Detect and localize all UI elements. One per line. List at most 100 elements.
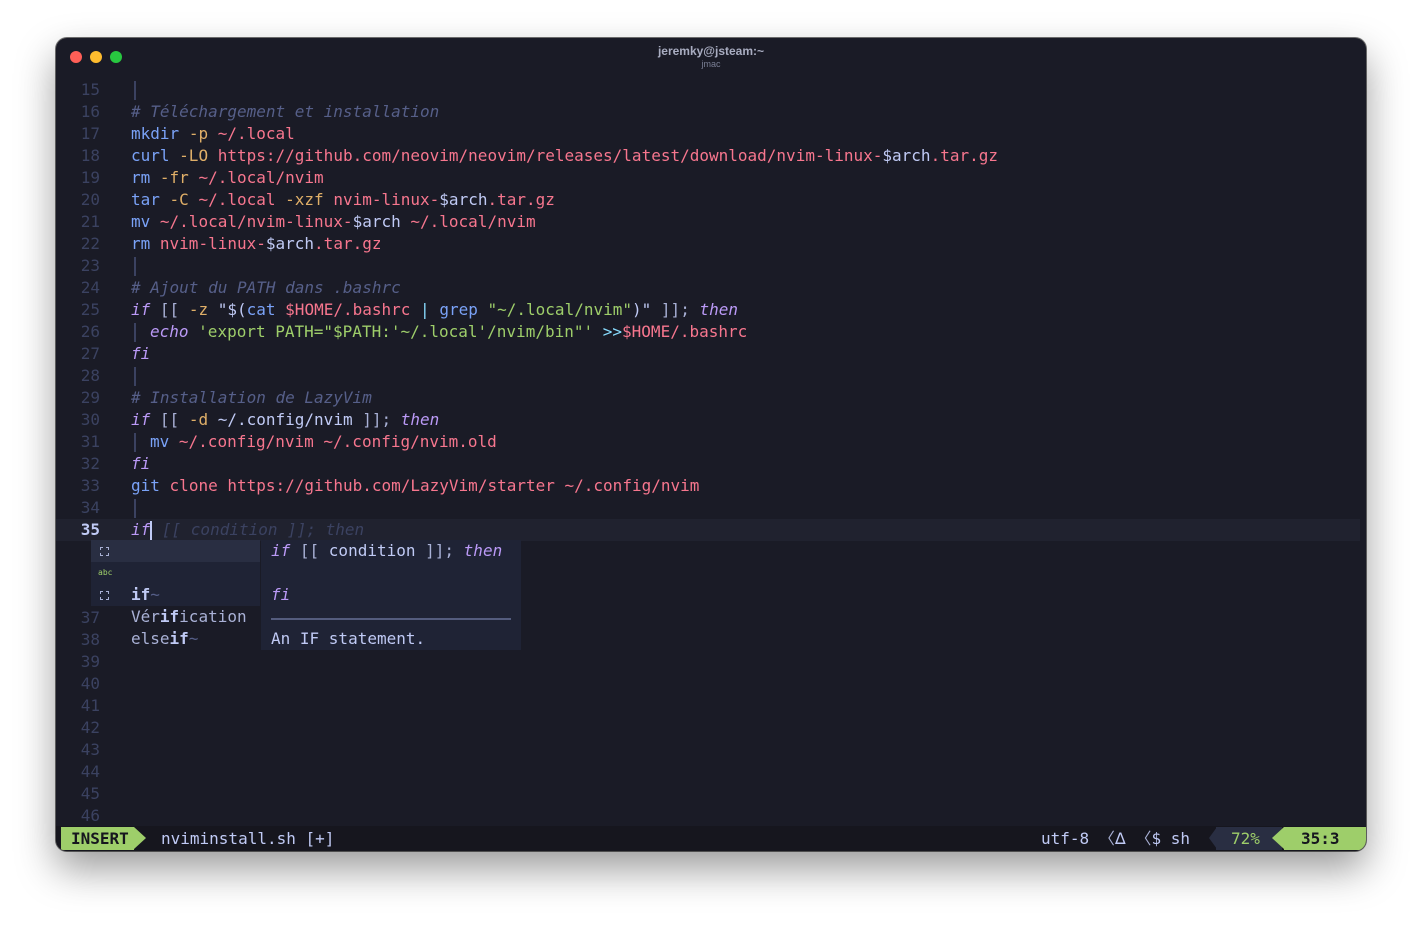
line-number: 29 [80, 388, 100, 407]
command: mv [131, 212, 151, 231]
variable: $arch [882, 146, 931, 165]
completion-label: elseif~ [131, 629, 199, 648]
variable: $HOME [285, 300, 334, 319]
flag: -xzf [285, 190, 324, 209]
substitution: ) [632, 300, 642, 319]
line-number: 24 [80, 278, 100, 297]
line-number: 41 [80, 696, 100, 715]
line-number: 44 [80, 762, 100, 781]
keyword: then [400, 410, 440, 429]
argument: nvim-linux- [333, 190, 440, 209]
completion-item[interactable]: if~ [91, 540, 260, 604]
argument: ~/.local/nvim [410, 212, 536, 231]
fileformat-icon: ᐃ [1114, 829, 1126, 848]
code-line: 32 fi [56, 453, 1366, 475]
statusline: INSERT nviminstall.sh [+] utf-8 〈ᐃ 〈$ sh… [56, 826, 1366, 851]
line-number: 33 [80, 476, 100, 495]
code-line: 42 [56, 717, 1366, 739]
line-number: 25 [80, 300, 100, 319]
argument: /.bashrc [670, 322, 748, 341]
code-line: 16 # Téléchargement et installation [56, 101, 1366, 123]
line-number: 23 [80, 256, 100, 275]
code-line: 30 if [[ -d ~/.config/nvim ]]; then [56, 409, 1366, 431]
line-number: 45 [80, 784, 100, 803]
command: mv [150, 432, 170, 451]
substitution: $( [227, 300, 247, 319]
quote: " [641, 300, 652, 319]
code-line: 34 [56, 497, 1366, 519]
keyword: fi [131, 344, 151, 363]
string: 'export PATH="$PATH:'~/.local'/nvim/bin"… [198, 322, 594, 341]
line-number: 42 [80, 718, 100, 737]
variable: $HOME [622, 322, 671, 341]
code-line: 24 # Ajout du PATH dans .bashrc [56, 277, 1366, 299]
match-highlight: if [159, 607, 180, 626]
current-line[interactable]: 35 if [[ condition ]]; then [56, 519, 1360, 541]
scroll-percent: 72% [1231, 829, 1260, 848]
title-bar: jeremky@jsteam:~ jmac [56, 38, 1366, 74]
argument: ~/.config/nvim [178, 432, 314, 451]
code-line: 29 # Installation de LazyVim [56, 387, 1366, 409]
file-info: utf-8 〈ᐃ 〈$ sh [1041, 826, 1190, 851]
comment: # Téléchargement et installation [131, 102, 440, 121]
doc-description: An IF statement. [271, 629, 426, 648]
file-name: nviminstall.sh [+] [161, 829, 335, 848]
line-number: 15 [80, 80, 100, 99]
filetype: sh [1170, 829, 1190, 848]
completion-item[interactable]: abc Vérification [91, 562, 260, 626]
punctuation: [[ [159, 410, 180, 429]
code-line: 31 mv ~/.config/nvim ~/.config/nvim.old [56, 431, 1366, 453]
flag: -d [188, 410, 209, 429]
indent-guide [134, 323, 136, 342]
keyword: then [699, 300, 738, 319]
completion-menu[interactable]: if~ abc Vérification elseif~ [91, 540, 260, 648]
doc-snippet-line: fi [271, 585, 291, 604]
line-number: 40 [80, 674, 100, 693]
position-separator [1272, 827, 1284, 849]
completion-item[interactable]: elseif~ [91, 584, 260, 648]
argument: .tar.gz [314, 234, 382, 253]
punctuation: [[ [159, 300, 180, 319]
snippet-icon [100, 591, 109, 600]
command: cat [246, 300, 276, 319]
argument: ~/.local [217, 124, 295, 143]
code-line: 15 [56, 79, 1366, 101]
line-number: 34 [80, 498, 100, 517]
snippet-icon [100, 547, 109, 556]
argument: ~/.config/nvim [217, 410, 353, 429]
code-line: 46 [56, 805, 1366, 827]
pipe-operator: | [420, 300, 430, 319]
line-number: 46 [80, 806, 100, 825]
code-line: 44 [56, 761, 1366, 783]
argument: ~/.local [198, 190, 276, 209]
string: "~/.local/nvim" [487, 300, 633, 319]
editor-buffer[interactable]: 15 16 # Téléchargement et installation 17… [56, 79, 1366, 827]
code-line: 20 tar -C ~/.local -xzf nvim-linux-$arch.… [56, 189, 1366, 211]
keyword: fi [131, 454, 151, 473]
window-subtitle: jmac [701, 59, 721, 69]
mode-separator [134, 827, 146, 849]
comment: # Installation de LazyVim [131, 388, 372, 407]
line-number: 31 [80, 432, 100, 451]
code-line: 22 rm nvim-linux-$arch.tar.gz [56, 233, 1366, 255]
argument: /.bashrc [333, 300, 411, 319]
completion-documentation: if [[ condition ]]; then fi An IF statem… [261, 540, 521, 650]
flag: -LO [179, 146, 209, 165]
code-line: 21 mv ~/.local/nvim-linux-$arch ~/.local/… [56, 211, 1366, 233]
keyword: if [131, 410, 151, 429]
flag: -p [188, 124, 209, 143]
line-number: 16 [80, 102, 100, 121]
chevron-left-icon: 〈 [1135, 829, 1152, 848]
punctuation: ]]; [362, 410, 392, 429]
line-number: 26 [80, 322, 100, 341]
argument: ~/.local/nvim-linux- [159, 212, 353, 231]
code-line: 33 git clone https://github.com/LazyVim/s… [56, 475, 1366, 497]
command: mkdir [131, 124, 180, 143]
command: rm [131, 234, 151, 253]
code-line: 28 [56, 365, 1366, 387]
line-number: 20 [80, 190, 100, 209]
code-line: 18 curl -LO https://github.com/neovim/neo… [56, 145, 1366, 167]
doc-separator [271, 618, 511, 620]
code-line: 37 [56, 607, 1366, 629]
indent-guide [134, 367, 136, 386]
